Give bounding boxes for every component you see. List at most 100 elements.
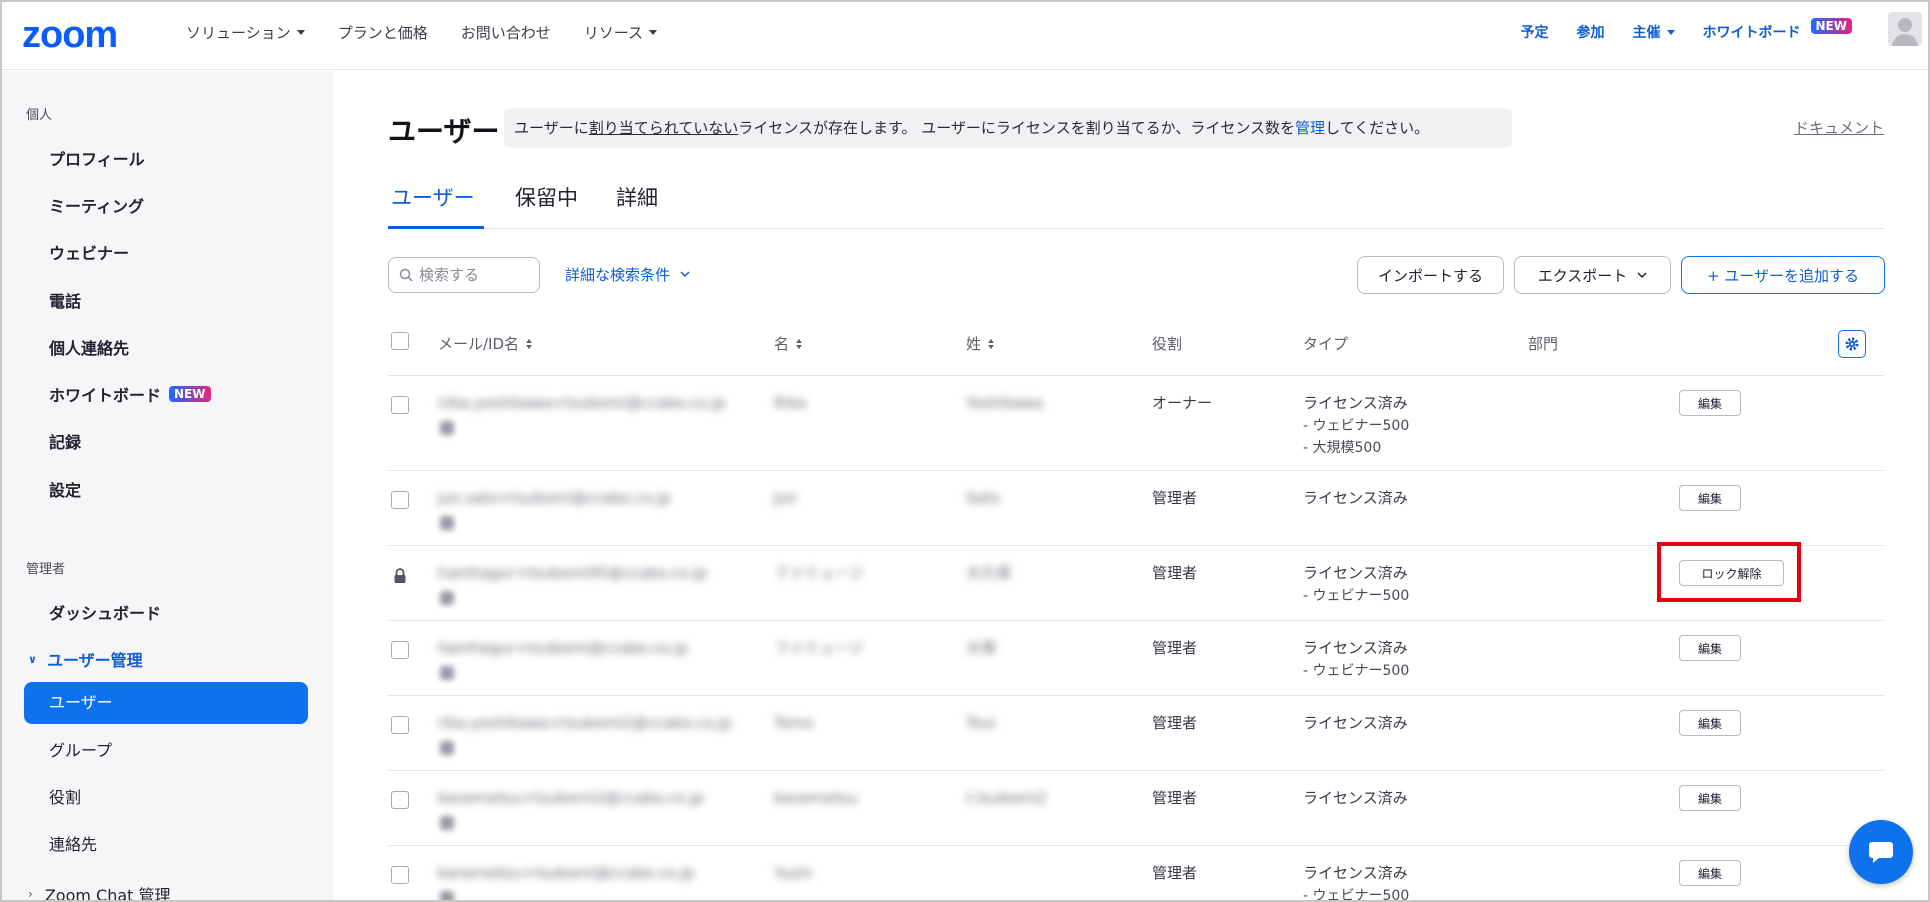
- user-email[interactable]: jun.sato+tsubomi@ccabo.co.jp: [438, 489, 671, 507]
- sidebar-item-users[interactable]: ユーザー: [24, 682, 308, 724]
- user-email[interactable]: rika.yoshikawa+tsubomi2@ccabo.co.jp: [438, 714, 732, 732]
- import-button[interactable]: インポートする: [1357, 256, 1504, 294]
- chevron-down-icon: [649, 30, 657, 35]
- sort-icon: [526, 338, 533, 349]
- search-icon: [399, 268, 413, 282]
- nav-resources[interactable]: リソース: [584, 22, 657, 43]
- row-checkbox[interactable]: [391, 396, 409, 414]
- column-last-name[interactable]: 姓: [966, 333, 995, 354]
- column-email[interactable]: メール/ID名: [438, 333, 533, 354]
- top-navigation: zoom ソリューション プランと価格 お問い合わせ リソース 予定 参加 主催…: [0, 0, 1930, 70]
- sort-icon: [988, 338, 995, 349]
- nav-whiteboard[interactable]: ホワイトボード NEW: [1703, 18, 1852, 42]
- advanced-search-toggle[interactable]: 詳細な検索条件: [565, 264, 690, 285]
- user-first-name: ファミュージ: [774, 639, 864, 657]
- row-checkbox[interactable]: [391, 641, 409, 659]
- add-user-button[interactable]: + ユーザーを追加する: [1681, 256, 1885, 294]
- edit-button[interactable]: 編集: [1679, 710, 1741, 736]
- tab-pending[interactable]: 保留中: [515, 182, 578, 212]
- sidebar-item-zoom-chat[interactable]: › Zoom Chat 管理: [28, 882, 171, 902]
- user-last-name: t.tsubomi2: [966, 789, 1047, 807]
- new-badge: NEW: [1810, 18, 1852, 34]
- user-last-name: Toui: [966, 714, 996, 732]
- user-status-icon: [440, 591, 454, 605]
- nav-solutions[interactable]: ソリューション: [186, 22, 305, 43]
- edit-button[interactable]: 編集: [1679, 785, 1741, 811]
- sidebar-item-groups[interactable]: グループ: [49, 737, 112, 761]
- user-email[interactable]: hamhagur+tsubomi@ccabo.co.jp: [438, 639, 688, 657]
- user-email[interactable]: nika.yoshikawa+tsubomi@ccabo.co.jp: [438, 394, 725, 412]
- search-box[interactable]: [388, 257, 540, 293]
- row-checkbox[interactable]: [391, 491, 409, 509]
- user-type: ライセンス済み - ウェビナー500- 大規模500: [1303, 394, 1410, 456]
- user-email[interactable]: kanemetsu+tsubomi2@ccabo.co.jp: [438, 789, 704, 807]
- sidebar-item-user-management[interactable]: ∨ ユーザー管理: [28, 647, 143, 671]
- sidebar-item-whiteboard[interactable]: ホワイトボード NEW: [49, 382, 211, 406]
- sidebar-item-webinars[interactable]: ウェビナー: [49, 240, 129, 264]
- sidebar-item-roles[interactable]: 役割: [49, 784, 81, 808]
- user-role: 管理者: [1152, 489, 1198, 507]
- documentation-link[interactable]: ドキュメント: [1794, 117, 1884, 138]
- tab-users[interactable]: ユーザー: [391, 182, 475, 212]
- user-first-name: ファミュージ: [774, 564, 864, 582]
- user-email[interactable]: hamhagur+tsubomi95@ccabo.co.jp: [438, 564, 707, 582]
- row-checkbox[interactable]: [391, 866, 409, 884]
- chevron-down-icon: [296, 30, 305, 35]
- export-button[interactable]: エクスポート: [1514, 256, 1671, 294]
- select-all-checkbox[interactable]: [391, 332, 409, 350]
- row-checkbox[interactable]: [391, 716, 409, 734]
- row-checkbox[interactable]: [391, 791, 409, 809]
- edit-button[interactable]: 編集: [1679, 860, 1741, 886]
- nav-join[interactable]: 参加: [1577, 22, 1605, 42]
- user-status-icon: [440, 421, 454, 435]
- avatar[interactable]: [1888, 12, 1922, 46]
- user-last-name: Yoshikawa: [966, 394, 1043, 412]
- sidebar-item-profile[interactable]: プロフィール: [49, 146, 145, 170]
- user-type: ライセンス済み - ウェビナー500: [1303, 864, 1410, 902]
- sidebar-item-meetings[interactable]: ミーティング: [49, 193, 144, 217]
- sidebar-item-dashboard[interactable]: ダッシュボード: [49, 600, 161, 624]
- column-first-name[interactable]: 名: [774, 333, 803, 354]
- sidebar-section-personal: 個人: [26, 108, 53, 123]
- license-notice: ユーザーに割り当てられていないライセンスが存在します。 ユーザーにライセンスを割…: [504, 108, 1512, 148]
- user-last-name: 大塚: [966, 639, 997, 657]
- nav-schedule[interactable]: 予定: [1521, 22, 1549, 42]
- chevron-down-icon: [1637, 271, 1647, 278]
- sidebar-item-personal-contacts[interactable]: 個人連絡先: [49, 335, 129, 359]
- zoom-logo[interactable]: zoom: [22, 14, 118, 57]
- tab-advanced[interactable]: 詳細: [616, 182, 658, 212]
- sidebar-item-phone[interactable]: 電話: [49, 288, 81, 312]
- sidebar-item-settings[interactable]: 設定: [49, 477, 81, 501]
- edit-button[interactable]: 編集: [1679, 390, 1741, 416]
- user-role: 管理者: [1152, 639, 1198, 657]
- chevron-down-icon: [680, 271, 690, 278]
- unassigned-link[interactable]: 割り当てられていない: [589, 119, 739, 137]
- table-row: rika.yoshikawa+tsubomi2@ccabo.co.jp Tomo…: [388, 696, 1884, 771]
- chevron-right-icon: ›: [28, 887, 33, 901]
- chevron-down-icon: [1666, 29, 1675, 35]
- nav-host[interactable]: 主催: [1633, 22, 1675, 42]
- sidebar-item-recordings[interactable]: 記録: [49, 429, 81, 453]
- table-row: jun.sato+tsubomi@ccabo.co.jp Jun Sato 管理…: [388, 471, 1884, 546]
- nav-contact[interactable]: お問い合わせ: [461, 22, 551, 43]
- table-row: kanemetsu+tsubomi@ccabo.co.jp Yuzin 管理者 …: [388, 846, 1884, 902]
- edit-button[interactable]: 編集: [1679, 635, 1741, 661]
- user-first-name: kanemetsu: [774, 789, 858, 807]
- user-type: ライセンス済み - ウェビナー500: [1303, 639, 1410, 679]
- page-title: ユーザー: [388, 115, 500, 148]
- column-settings-button[interactable]: [1838, 330, 1866, 358]
- user-first-name: Jun: [774, 489, 798, 507]
- user-type: ライセンス済み: [1303, 489, 1408, 507]
- chevron-down-icon: ∨: [28, 652, 37, 666]
- nav-plans-pricing[interactable]: プランと価格: [338, 22, 428, 43]
- edit-button[interactable]: 編集: [1679, 485, 1741, 511]
- user-role: 管理者: [1152, 564, 1198, 582]
- unlock-button[interactable]: ロック解除: [1679, 560, 1784, 586]
- sort-icon: [796, 338, 803, 349]
- chat-button[interactable]: [1849, 820, 1913, 884]
- manage-link[interactable]: 管理: [1295, 119, 1325, 137]
- user-email[interactable]: kanemetsu+tsubomi@ccabo.co.jp: [438, 864, 694, 882]
- sidebar-item-contacts[interactable]: 連絡先: [49, 831, 97, 855]
- search-input[interactable]: [419, 266, 529, 284]
- tab-bar: ユーザー 保留中 詳細: [388, 180, 1884, 229]
